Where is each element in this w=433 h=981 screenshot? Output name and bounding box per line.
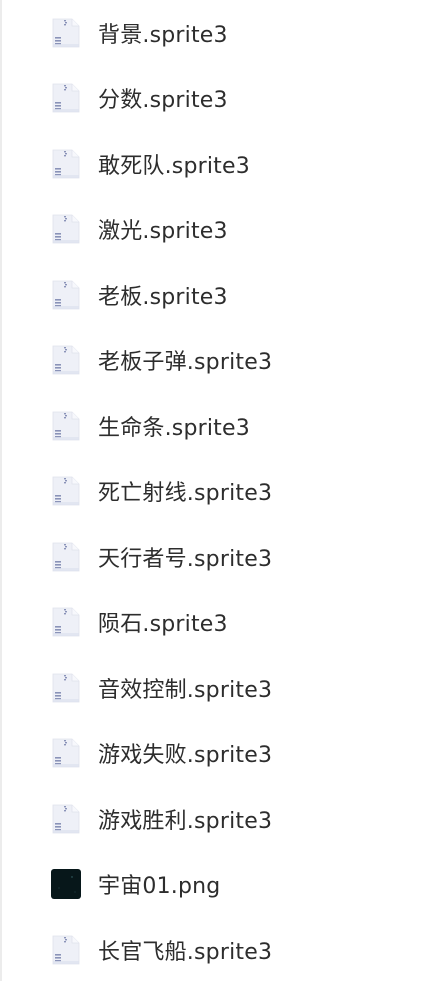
- file-name: 宇宙01.png: [98, 874, 221, 900]
- file-name: 老板子弹.sprite3: [98, 350, 273, 376]
- file-name: 陨石.sprite3: [98, 612, 228, 638]
- file-row[interactable]: 死亡射线.sprite3: [0, 459, 433, 525]
- sprite-file-icon: [50, 737, 82, 769]
- sprite-file-icon: [50, 541, 82, 573]
- sprite-file-icon: [50, 279, 82, 311]
- file-name: 背景.sprite3: [98, 22, 228, 48]
- file-row[interactable]: 游戏失败.sprite3: [0, 721, 433, 787]
- file-row[interactable]: 老板.sprite3: [0, 262, 433, 328]
- file-name: 生命条.sprite3: [98, 415, 250, 441]
- file-name: 老板.sprite3: [98, 284, 228, 310]
- file-name: 分数.sprite3: [98, 88, 228, 114]
- file-row[interactable]: 背景.sprite3: [0, 0, 433, 66]
- sprite-file-icon: [50, 213, 82, 245]
- file-name: 音效控制.sprite3: [98, 677, 273, 703]
- file-row[interactable]: 敢死队.sprite3: [0, 131, 433, 197]
- file-row[interactable]: 生命条.sprite3: [0, 393, 433, 459]
- sprite-file-icon: [50, 934, 82, 966]
- sprite-file-icon: [50, 17, 82, 49]
- file-row[interactable]: 游戏胜利.sprite3: [0, 786, 433, 852]
- sprite-file-icon: [50, 803, 82, 835]
- sprite-file-icon: [50, 672, 82, 704]
- file-name: 游戏胜利.sprite3: [98, 808, 273, 834]
- sprite-file-icon: [50, 82, 82, 114]
- sprite-file-icon: [50, 344, 82, 376]
- image-thumbnail-icon: [50, 868, 82, 900]
- file-list: 背景.sprite3 分数.sprite3 敢死队.sprite3 激光.spr…: [0, 0, 433, 981]
- sprite-file-icon: [50, 148, 82, 180]
- file-name: 游戏失败.sprite3: [98, 743, 273, 769]
- file-row[interactable]: 天行者号.sprite3: [0, 524, 433, 590]
- file-name: 长官飞船.sprite3: [98, 939, 273, 965]
- sprite-file-icon: [50, 475, 82, 507]
- file-name: 天行者号.sprite3: [98, 546, 273, 572]
- file-name: 死亡射线.sprite3: [98, 481, 273, 507]
- file-name: 敢死队.sprite3: [98, 153, 250, 179]
- file-row[interactable]: 陨石.sprite3: [0, 590, 433, 656]
- file-name: 激光.sprite3: [98, 219, 228, 245]
- file-row[interactable]: 老板子弹.sprite3: [0, 328, 433, 394]
- file-row[interactable]: 长官飞船.sprite3: [0, 917, 433, 981]
- file-row[interactable]: 宇宙01.png: [0, 852, 433, 918]
- sprite-file-icon: [50, 606, 82, 638]
- file-row[interactable]: 音效控制.sprite3: [0, 655, 433, 721]
- sprite-file-icon: [50, 410, 82, 442]
- file-row[interactable]: 激光.sprite3: [0, 197, 433, 263]
- file-row[interactable]: 分数.sprite3: [0, 66, 433, 132]
